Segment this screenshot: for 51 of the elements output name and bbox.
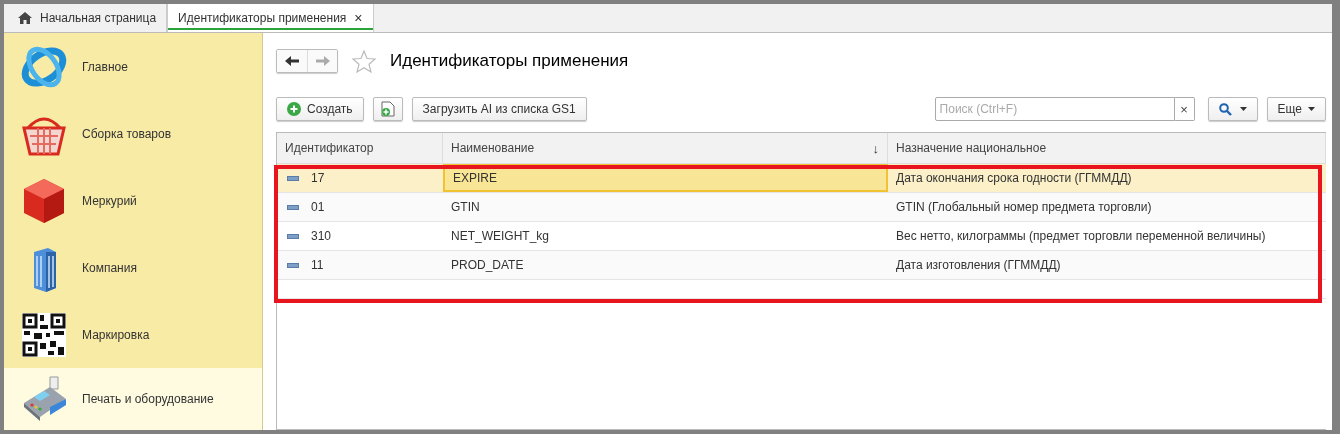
- close-icon[interactable]: ×: [354, 10, 363, 26]
- table-row[interactable]: 11 PROD_DATE Дата изготовления (ГГММДД): [277, 251, 1326, 280]
- table-cell: 01: [311, 200, 325, 214]
- arrow-right-icon: [315, 56, 330, 66]
- tab-label: Идентификаторы применения: [178, 11, 347, 25]
- sidebar-item[interactable]: Печать и оборудование: [4, 368, 262, 430]
- table-cell: Дата окончания срока годности (ГГММДД): [896, 171, 1132, 185]
- sort-arrow-icon: ↓: [872, 140, 879, 156]
- table-cell: 310: [311, 229, 332, 243]
- column-header[interactable]: Идентификатор: [277, 133, 443, 163]
- sidebar-item[interactable]: Маркировка: [4, 301, 262, 368]
- add-document-button[interactable]: [372, 97, 403, 121]
- sidebar-item[interactable]: Сборка товаров: [4, 100, 262, 167]
- table-cell: Вес нетто, килограммы (предмет торговли переменной величины): [896, 229, 1266, 243]
- table-cell: 17: [311, 171, 325, 185]
- table-cell: NET_WEIGHT_kg: [451, 229, 549, 243]
- item-marker-icon: [287, 262, 299, 268]
- caret-icon: [1308, 107, 1315, 111]
- table-cell: GTIN: [451, 200, 480, 214]
- qr-code-icon: [20, 310, 68, 359]
- caret-icon: [1239, 107, 1247, 111]
- search-field[interactable]: Поиск (Ctrl+F): [934, 97, 1175, 121]
- sidebar-item[interactable]: Главное: [4, 33, 262, 100]
- tab-label: Начальная страница: [40, 11, 157, 25]
- column-header[interactable]: Наименование ↓: [443, 133, 888, 163]
- search-button[interactable]: [1207, 97, 1258, 121]
- table-row[interactable]: 01 GTIN GTIN (Глобальный номер предмета торговли): [277, 193, 1326, 222]
- table-cell: Дата изготовления (ГГММДД): [896, 258, 1061, 272]
- clear-button[interactable]: ×: [1174, 97, 1195, 121]
- plus-circle-icon: [287, 102, 301, 116]
- more-button[interactable]: Еще: [1266, 97, 1326, 121]
- item-marker-icon: [287, 175, 299, 181]
- sidebar-item[interactable]: Компания: [4, 234, 262, 301]
- favorite-star-icon[interactable]: [352, 49, 376, 73]
- table-cell: 11: [311, 258, 324, 272]
- table-cell: EXPIRE: [453, 170, 497, 185]
- table-cell: PROD_DATE: [451, 258, 524, 272]
- document-plus-icon: [380, 101, 395, 117]
- home-icon: [18, 12, 32, 24]
- page-title: Идентификаторы применения: [390, 51, 629, 71]
- load-button[interactable]: Загрузить AI из списка GS1: [411, 97, 587, 121]
- search-icon: [1218, 102, 1232, 116]
- arrow-left-icon: [285, 56, 299, 66]
- item-marker-icon: [287, 204, 299, 210]
- column-header[interactable]: Назначение национальное: [888, 133, 1326, 163]
- table-cell: GTIN (Глобальный номер предмета торговли): [896, 200, 1152, 214]
- create-button[interactable]: Создать: [276, 97, 364, 121]
- sidebar-item[interactable]: Меркурий: [4, 167, 262, 234]
- tab[interactable]: Идентификаторы применения ×: [167, 4, 374, 32]
- back-button[interactable]: [277, 50, 307, 72]
- item-marker-icon: [287, 233, 299, 239]
